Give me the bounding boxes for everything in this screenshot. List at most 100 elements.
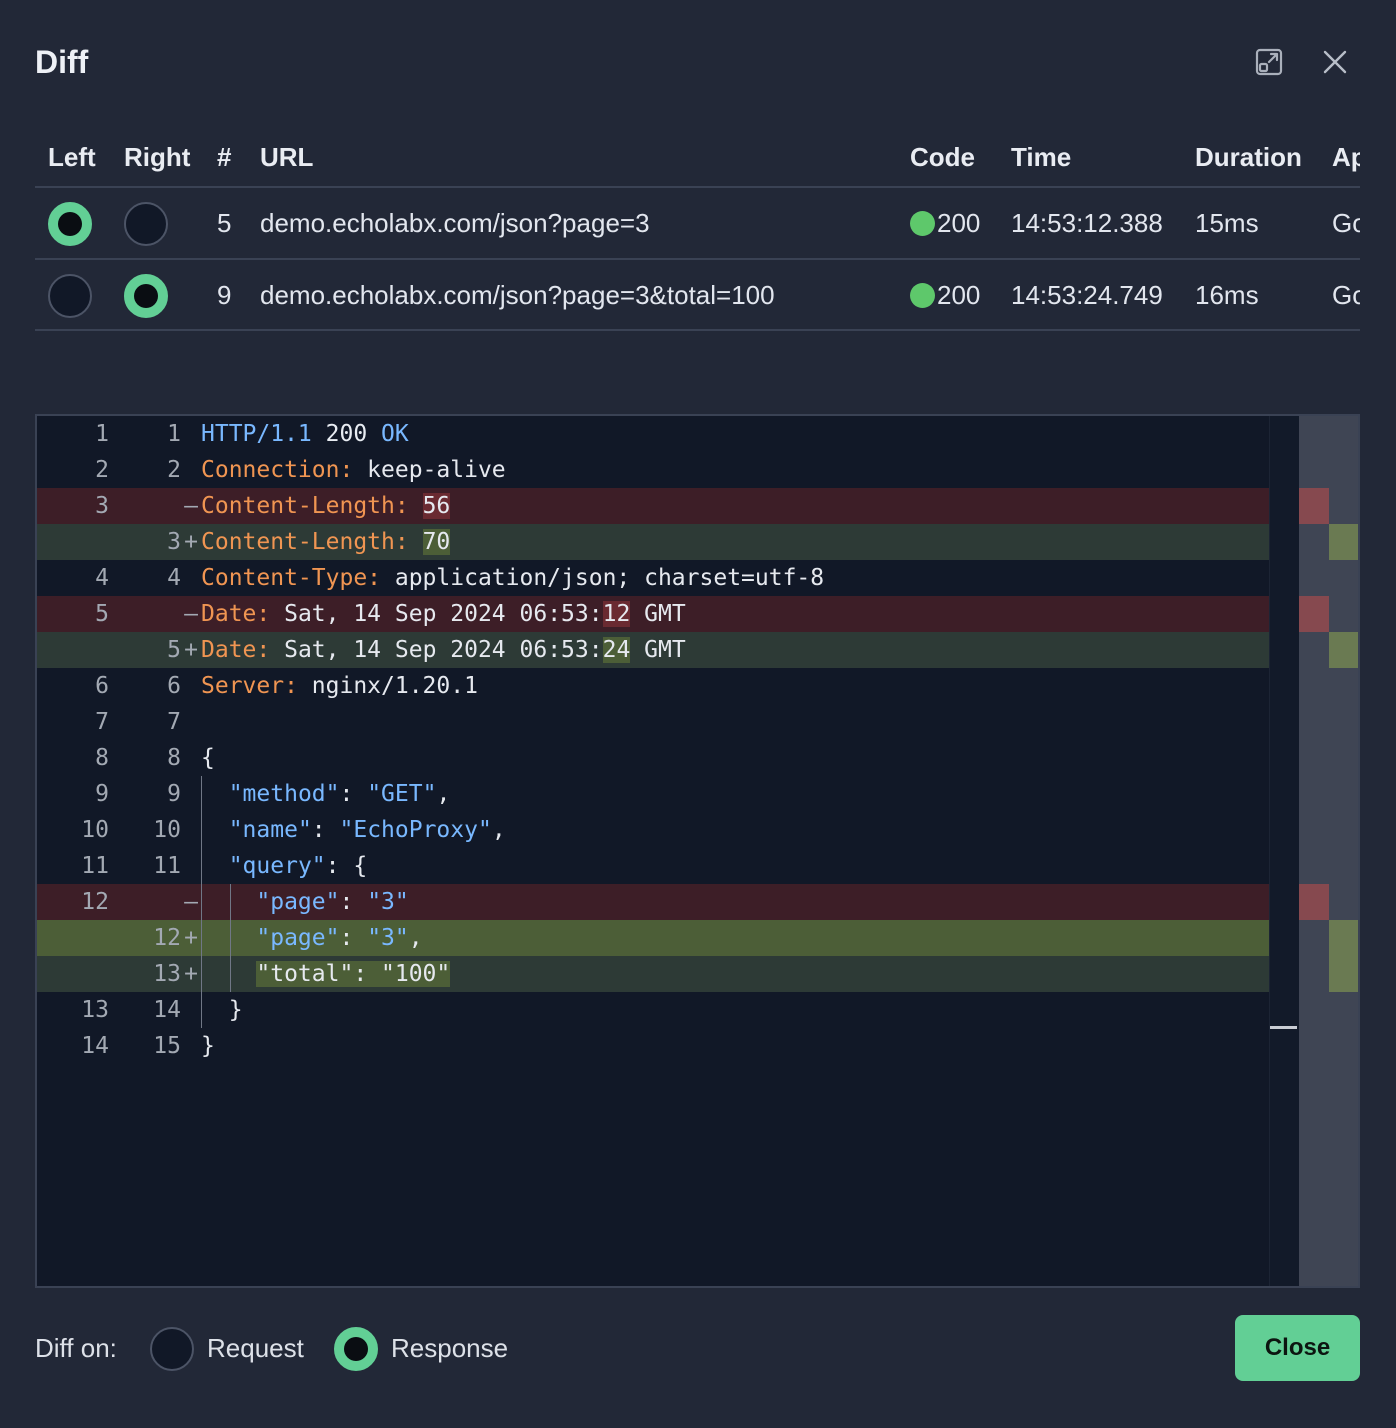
left-line-number: 4 [95,565,109,591]
status-success-icon [910,211,935,236]
diff-on-label: Diff on: [35,1332,117,1363]
left-line-number: 14 [81,1033,109,1059]
diff-marker: — [184,601,198,627]
diff-line: 5 — Date: Sat, 14 Sep 2024 06:53:12 GMT [37,596,1297,632]
response-option-label[interactable]: Response [391,1325,508,1371]
column-header-code[interactable]: Code [910,142,975,173]
request-radio[interactable] [150,1327,194,1371]
status-success-icon [910,283,935,308]
code-token: 56 [422,493,451,519]
left-radio[interactable] [48,202,92,246]
diff-line: 3 — Content-Length: 56 [37,488,1297,524]
diff-line: 13 + "total": "100" [37,956,1297,992]
code-token: keep-alive [353,457,506,483]
diff-line-code: "query": { [201,848,367,884]
expand-icon[interactable] [1251,44,1287,80]
diff-line-code: HTTP/1.1 200 OK [201,416,409,452]
minimap-deletion [1299,596,1329,632]
diff-line: 8 8 { [37,740,1297,776]
close-icon[interactable] [1317,44,1353,80]
column-header-app[interactable]: Ap [1332,142,1360,173]
code-token: : { [325,853,368,879]
code-token: Content-Length: [201,529,409,555]
diff-line: 10 10 "name": "EchoProxy", [37,812,1297,848]
diff-line: 14 15} [37,1028,1297,1064]
diff-line: 77 [37,704,1297,740]
code-token: , [408,925,423,951]
right-line-number: 1 [167,421,181,447]
code-token: : [339,781,368,807]
minimap-addition [1329,632,1358,668]
row-time: 14:53:24.749 [1011,280,1163,310]
column-header-time[interactable]: Time [1011,142,1071,173]
right-line-number: 14 [153,997,181,1023]
table-row[interactable]: 5 demo.echolabx.com/json?page=3 200 14:5… [35,188,1360,259]
diff-line-code: "total": "100" [201,956,451,992]
code-token: "page" [256,889,340,915]
left-line-number: 7 [95,709,109,735]
left-line-number: 11 [81,853,109,879]
diff-line-code: Connection: keep-alive [201,452,506,488]
column-header-url[interactable]: URL [260,142,313,173]
row-code-value: 200 [937,208,981,238]
row-duration: 15ms [1195,208,1259,238]
diff-marker: + [184,529,198,555]
diff-line: 4 4 Content-Type: application/json; charse… [37,560,1297,596]
right-line-number: 6 [167,673,181,699]
diff-line-code: "page": "3" [201,884,409,920]
right-line-number: 3 [167,529,181,555]
row-divider [35,329,1360,331]
row-code-value: 200 [937,280,981,310]
code-token: "page" [256,925,340,951]
diff-line-code: Content-Length: 70 [201,524,451,560]
minimap-addition [1329,920,1358,992]
diff-line-code: { [201,740,215,776]
code-token: Server: [201,673,298,699]
diff-line: 5 + Date: Sat, 14 Sep 2024 06:53:24 GMT [37,632,1297,668]
column-header-number[interactable]: # [217,142,231,173]
diff-line-code: } [201,992,243,1028]
column-header-right[interactable]: Right [124,142,190,173]
diff-line-code: "method": "GET", [201,776,451,812]
diff-line: 12 — "page": "3" [37,884,1297,920]
right-line-number: 4 [167,565,181,591]
diff-line: 3 + Content-Length: 70 [37,524,1297,560]
row-time: 14:53:12.388 [1011,208,1163,238]
close-button[interactable]: Close [1235,1315,1360,1381]
code-token: "query" [228,853,326,879]
code-token: GMT [630,637,686,663]
table-row[interactable]: 9 demo.echolabx.com/json?page=3&total=10… [35,260,1360,331]
code-token: , [436,781,451,807]
diff-line-code: Date: Sat, 14 Sep 2024 06:53:12 GMT [201,596,686,632]
code-token: Connection: [201,457,354,483]
code-token: "3" [367,889,409,915]
row-url: demo.echolabx.com/json?page=3&total=100 [260,280,775,310]
minimap-deletion [1299,488,1329,524]
code-token: } [201,997,243,1023]
code-token: : [339,889,368,915]
right-line-number: 15 [153,1033,181,1059]
left-line-number: 1 [95,421,109,447]
code-token: Content-Length: [201,493,409,519]
code-token: : [339,925,368,951]
code-token: Sat, 14 Sep 2024 06:53: [270,637,603,663]
response-radio[interactable] [334,1327,378,1371]
diff-line-code: Date: Sat, 14 Sep 2024 06:53:24 GMT [201,632,686,668]
diff-line-code: Server: nginx/1.20.1 [201,668,478,704]
left-radio[interactable] [48,274,92,318]
right-line-number: 8 [167,745,181,771]
column-header-duration[interactable]: Duration [1195,142,1302,173]
diff-editor[interactable]: 1 1 HTTP/1.1 200 OK 2 2 Connection: keep-aliv… [35,414,1360,1288]
diff-minimap[interactable] [1299,416,1358,1286]
diff-line-code: "page": "3", [201,920,423,956]
code-token: "method" [228,781,340,807]
code-token: 70 [422,529,451,555]
column-header-left[interactable]: Left [48,142,96,173]
right-radio[interactable] [124,274,168,318]
right-line-number: 11 [153,853,181,879]
code-token: Sat, 14 Sep 2024 06:53: [270,601,603,627]
right-radio[interactable] [124,202,168,246]
request-option-label[interactable]: Request [207,1325,304,1371]
